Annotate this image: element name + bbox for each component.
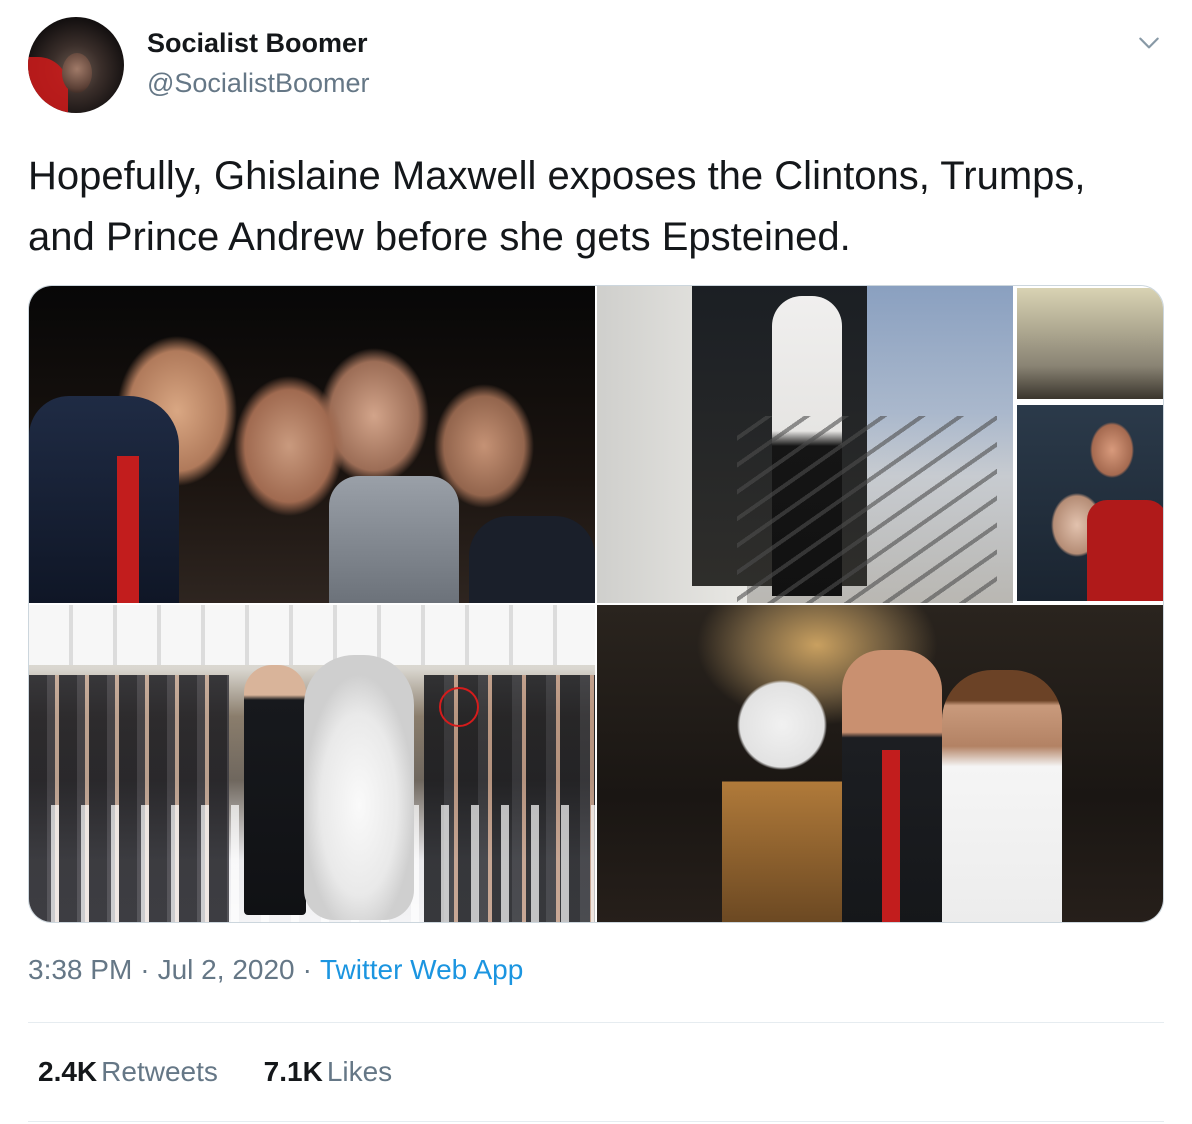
meta-separator: · <box>140 954 150 985</box>
retweets-count: 2.4K <box>38 1056 98 1087</box>
retweets-stat[interactable]: 2.4K Retweets <box>38 1056 218 1088</box>
likes-stat[interactable]: 7.1K Likes <box>264 1056 393 1088</box>
tweet-stats: 2.4K Retweets 7.1K Likes <box>38 1056 430 1088</box>
tweet-date[interactable]: Jul 2, 2020 <box>158 954 295 985</box>
photo-2[interactable] <box>597 286 1013 603</box>
chevron-down-icon[interactable] <box>1136 30 1162 56</box>
tweet-text: Hopefully, Ghislaine Maxwell exposes the… <box>28 154 1086 259</box>
author-display-name[interactable]: Socialist Boomer <box>147 28 368 59</box>
avatar-face <box>62 53 92 93</box>
photo-2-inset-bottom <box>1015 403 1163 603</box>
tweet-time[interactable]: 3:38 PM <box>28 954 132 985</box>
retweets-label: Retweets <box>101 1056 218 1087</box>
photo-3[interactable] <box>29 605 595 922</box>
divider <box>28 1121 1164 1122</box>
author-handle[interactable]: @SocialistBoomer <box>147 68 370 99</box>
photo-1[interactable] <box>29 286 595 603</box>
media-grid <box>28 285 1164 923</box>
tweet-source-link[interactable]: Twitter Web App <box>320 954 523 985</box>
likes-label: Likes <box>326 1056 393 1087</box>
photo-2-inset-top <box>1015 286 1163 401</box>
meta-separator: · <box>302 954 312 985</box>
red-circle-highlight <box>439 687 479 727</box>
avatar[interactable] <box>28 17 124 113</box>
photo-4[interactable] <box>597 605 1163 922</box>
tweet-meta: 3:38 PM · Jul 2, 2020 · Twitter Web App <box>28 954 523 986</box>
likes-count: 7.1K <box>263 1056 323 1087</box>
divider <box>28 1022 1164 1023</box>
